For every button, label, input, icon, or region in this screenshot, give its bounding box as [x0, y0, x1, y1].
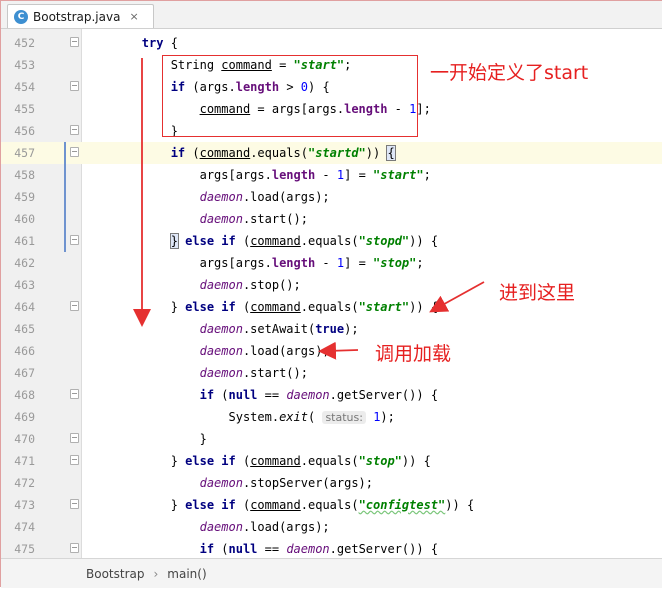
breadcrumb-method[interactable]: main() [167, 567, 206, 581]
code-line[interactable]: 472 daemon.stopServer(args); [1, 472, 662, 494]
code-line[interactable]: 459 daemon.load(args); [1, 186, 662, 208]
line-number: 453 [14, 58, 35, 72]
code-text: String command = "start"; [84, 58, 352, 72]
code-text: daemon.setAwait(true); [199, 322, 359, 336]
tab-title: Bootstrap.java [33, 9, 121, 24]
code-line[interactable]: 458 args[args.length - 1] = "start"; [1, 164, 662, 186]
line-number: 454 [14, 80, 35, 94]
vcs-change-marker[interactable] [64, 142, 66, 252]
code-line[interactable]: 462 args[args.length - 1] = "stop"; [1, 252, 662, 274]
code-line[interactable]: 468 if (null == daemon.getServer()) { [1, 384, 662, 406]
tab-bootstrap-java[interactable]: C Bootstrap.java × [7, 4, 154, 28]
line-number: 475 [14, 542, 35, 556]
line-number: 473 [14, 498, 35, 512]
annotation-call-load: 调用加载 [375, 343, 452, 365]
code-text: command = args[args.length - 1]; [199, 102, 431, 116]
line-number: 456 [14, 124, 35, 138]
line-number: 472 [14, 476, 35, 490]
code-text: if (null == daemon.getServer()) { [199, 542, 439, 556]
code-text: System.exit( status: 1); [84, 410, 395, 424]
code-text: daemon.stopServer(args); [199, 476, 373, 490]
java-class-icon: C [14, 9, 28, 24]
code-line[interactable]: 467 daemon.start(); [1, 362, 662, 384]
code-text: daemon.start(); [199, 366, 308, 380]
line-number: 458 [14, 168, 35, 182]
line-number: 466 [14, 344, 35, 358]
line-number: 452 [14, 36, 35, 50]
line-number: 474 [14, 520, 35, 534]
line-number: 464 [14, 300, 35, 314]
code-text: if (args.length > 0) { [170, 80, 330, 94]
code-text: } else if (command.equals("stop")) { [84, 454, 431, 468]
line-number: 471 [14, 454, 35, 468]
code-line[interactable]: 457 if (command.equals("startd")) { [1, 142, 662, 164]
code-line[interactable]: 460 daemon.start(); [1, 208, 662, 230]
code-line[interactable]: 474 daemon.load(args); [1, 516, 662, 538]
code-text: daemon.stop(); [199, 278, 301, 292]
line-number: 461 [14, 234, 35, 248]
code-text: try { [141, 36, 178, 50]
code-line[interactable]: 452 try { [1, 32, 662, 54]
line-number: 467 [14, 366, 35, 380]
fold-marker-icon[interactable] [70, 235, 79, 245]
code-line[interactable]: 469 System.exit( status: 1); [1, 406, 662, 428]
code-text: if (null == daemon.getServer()) { [199, 388, 439, 402]
annotation-define-start: 一开始定义了start [430, 62, 589, 84]
code-line[interactable]: 461 } else if (command.equals("stopd")) … [1, 230, 662, 252]
code-text: daemon.load(args); [199, 344, 330, 358]
code-text: } else if (command.equals("stopd")) { [169, 233, 439, 249]
line-number: 455 [14, 102, 35, 116]
breadcrumb-class[interactable]: Bootstrap [86, 567, 144, 581]
line-number: 462 [14, 256, 35, 270]
code-text: } [84, 432, 207, 446]
breadcrumb-bar: Bootstrap › main() [1, 558, 662, 588]
line-number: 460 [14, 212, 35, 226]
close-icon[interactable]: × [129, 10, 138, 23]
code-text: daemon.load(args); [199, 520, 330, 534]
fold-marker-icon[interactable] [70, 37, 79, 47]
tab-bar: C Bootstrap.java × [1, 1, 662, 29]
code-line[interactable]: 466 daemon.load(args); [1, 340, 662, 362]
fold-marker-icon[interactable] [70, 301, 79, 311]
annotation-reach-here: 进到这里 [499, 282, 576, 304]
code-text: } else if (command.equals("start")) { [84, 300, 439, 314]
fold-marker-icon[interactable] [70, 499, 79, 509]
fold-marker-icon[interactable] [70, 81, 79, 91]
line-number: 457 [14, 146, 35, 160]
code-line[interactable]: 455 command = args[args.length - 1]; [1, 98, 662, 120]
breadcrumb-separator: › [153, 566, 159, 581]
line-number: 468 [14, 388, 35, 402]
fold-marker-icon[interactable] [70, 455, 79, 465]
code-text: daemon.start(); [199, 212, 308, 226]
line-number: 470 [14, 432, 35, 446]
code-line[interactable]: 475 if (null == daemon.getServer()) { [1, 538, 662, 560]
line-number: 469 [14, 410, 35, 424]
line-number: 465 [14, 322, 35, 336]
fold-marker-icon[interactable] [70, 147, 79, 157]
code-line[interactable]: 470 } [1, 428, 662, 450]
fold-marker-icon[interactable] [70, 125, 79, 135]
code-text: daemon.load(args); [199, 190, 330, 204]
code-text: } [84, 124, 178, 138]
code-text: args[args.length - 1] = "start"; [84, 168, 431, 182]
code-text: args[args.length - 1] = "stop"; [84, 256, 424, 270]
fold-marker-icon[interactable] [70, 433, 79, 443]
fold-marker-icon[interactable] [70, 543, 79, 553]
code-text: } else if (command.equals("configtest"))… [84, 498, 475, 512]
line-number: 459 [14, 190, 35, 204]
code-text: if (command.equals("startd")) { [170, 145, 396, 161]
code-line[interactable]: 471 } else if (command.equals("stop")) { [1, 450, 662, 472]
code-line[interactable]: 473 } else if (command.equals("configtes… [1, 494, 662, 516]
code-line[interactable]: 465 daemon.setAwait(true); [1, 318, 662, 340]
code-line[interactable]: 456 } [1, 120, 662, 142]
line-number: 463 [14, 278, 35, 292]
fold-marker-icon[interactable] [70, 389, 79, 399]
